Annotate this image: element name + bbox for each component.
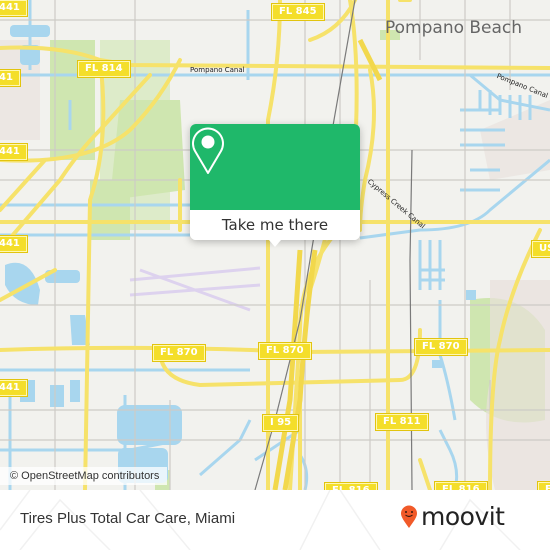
map-attribution[interactable]: © OpenStreetMap contributors [0,467,168,485]
moovit-logo[interactable]: moovit [400,502,505,531]
brand-name: moovit [421,502,505,531]
route-shield-fl870: FL 870 [152,344,206,362]
location-pin-icon [192,127,224,174]
popup-header [190,124,360,210]
route-shield-441: 441 [0,379,28,397]
route-shield-i95: I 95 [261,414,300,432]
route-shield-441: 441 [0,143,28,161]
route-shield-fl811: FL 811 [375,413,429,431]
footer-bar: Tires Plus Total Car Care, Miami moovit [0,490,550,550]
take-me-there-button[interactable]: Take me there [190,210,360,240]
route-shield-fl816: FL 816 [324,482,378,490]
destination-popup: Take me there [190,124,360,240]
canal-label: Pompano Canal [190,66,245,74]
route-shield-fl870: FL 870 [258,342,312,360]
route-shield-441: 441 [0,0,28,17]
route-shield-fl845: FL 845 [271,3,325,21]
route-shield-fl816: F [537,481,550,490]
map-canvas[interactable]: Pompano Beach Pompano Canal Pompano Cana… [0,0,550,490]
route-shield-fl814: FL 814 [77,60,131,78]
popup-pointer [269,240,281,247]
city-label: Pompano Beach [385,18,523,38]
moovit-pin-icon [401,505,417,528]
place-title: Tires Plus Total Car Care, Miami [20,510,236,527]
route-shield-fl870: FL 870 [414,338,468,356]
route-shield-441: 441 [0,235,28,253]
route-shield-us1: US [530,240,550,258]
route-shield-441: 41 [0,69,21,87]
airport [129,266,261,312]
route-shield-fl816: FL 816 [434,481,488,490]
